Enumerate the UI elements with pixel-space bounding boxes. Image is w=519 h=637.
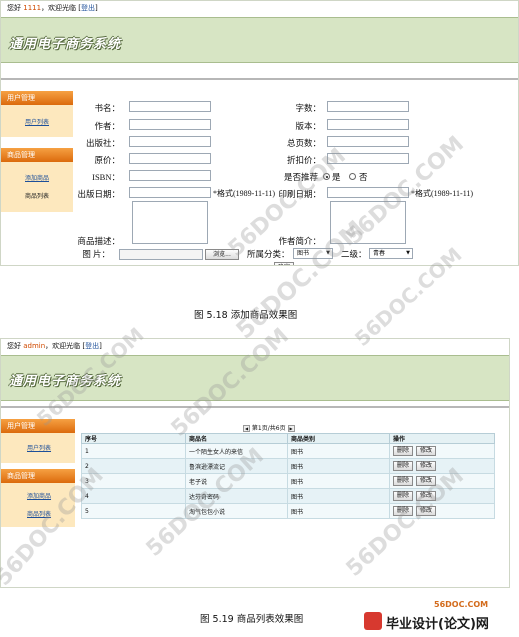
header-banner: 通用电子商务系统 [1,17,518,63]
chevron-down-icon: ▼ [406,250,410,256]
sidebar-user-management-header[interactable]: 用户管理 [1,419,75,433]
top-bar: 您好 1111，欢迎光临 [登出] [1,1,518,15]
logout-link[interactable]: 登出 [85,342,99,350]
greeting-text: 您好 [7,4,21,12]
row-category: 图书 [287,488,390,504]
figure-caption-5-19: 图 5.19 商品列表效果图 [200,614,304,625]
row-category: 图书 [287,443,390,459]
recommend-no-label: 否 [359,172,368,182]
author-input[interactable] [129,119,211,130]
welcome-text: ，欢迎光临 [45,342,81,350]
description-textarea[interactable] [132,201,208,244]
username-text: admin [23,342,46,350]
column-header-name: 商品名 [185,433,288,444]
bracket-close: ] [95,4,98,12]
sidebar-item-user-list[interactable]: 用户列表 [27,443,51,452]
delete-button[interactable]: 删除 [393,476,414,486]
welcome-text: ，欢迎光临 [41,4,77,12]
sidebar-item-add-product[interactable]: 添加商品 [27,491,51,500]
word-count-label: 字数： [295,103,321,113]
row-category: 图书 [287,503,390,519]
site-logo-icon [364,612,382,630]
subcategory-select[interactable]: 青春 ▼ [369,248,413,259]
table-header-row: 序号 商品名 商品类别 操作 [81,433,495,444]
price-label: 原价： [94,155,120,165]
sidebar-item-user-list[interactable]: 用户列表 [25,117,49,126]
column-header-category: 商品类别 [287,433,390,444]
column-header-no: 序号 [81,433,186,444]
edition-label: 版本： [295,121,321,131]
table-row: 2 鲁滨逊漂流记 图书 删除 修改 [81,458,495,474]
isbn-label: ISBN： [92,172,120,182]
sidebar-user-management-header[interactable]: 用户管理 [1,91,73,105]
total-pages-input[interactable] [327,136,409,147]
table-row: 1 一个陌生女人的来信 图书 删除 修改 [81,443,495,459]
row-no: 1 [81,443,186,459]
recommend-no-radio[interactable] [349,173,356,180]
row-category: 图书 [287,473,390,489]
publisher-input[interactable] [129,136,211,147]
site-logo-big-text: 毕业设计(论文)网 [386,617,489,632]
sidebar-product-management-header[interactable]: 商品管理 [1,469,75,483]
edit-button[interactable]: 修改 [416,446,437,456]
image-path-input[interactable] [119,249,203,260]
logout-link[interactable]: 登出 [81,4,95,12]
delete-button[interactable]: 删除 [393,491,414,501]
username-text: 1111 [23,4,42,12]
page-indicator: 第1页/共6页 [251,425,286,432]
row-actions: 删除 修改 [389,443,495,459]
delete-button[interactable]: 删除 [393,461,414,471]
column-header-actions: 操作 [389,433,495,444]
word-count-input[interactable] [327,101,409,112]
sidebar-item-product-list[interactable]: 商品列表 [25,191,49,200]
next-page-icon[interactable]: ▶ [287,425,295,432]
prev-page-icon[interactable]: ◀ [243,425,250,432]
subcategory-select-value: 青春 [373,250,386,257]
pub-date-format-note: *格式(1989-11-11) [213,189,276,198]
row-category: 图书 [287,458,390,474]
sidebar-product-management-header[interactable]: 商品管理 [1,148,73,162]
site-logo-small-text: 56DOC.COM [434,600,489,609]
isbn-input[interactable] [129,170,211,181]
total-pages-label: 总页数： [286,138,321,148]
publisher-label: 出版社： [85,138,120,148]
sidebar-item-add-product[interactable]: 添加商品 [25,173,49,182]
confirm-button[interactable]: 确定 [274,262,294,265]
book-name-label: 书名： [94,103,120,113]
banner-shadow [1,64,518,80]
pub-date-label: 出版日期： [77,189,120,199]
author-label: 作者： [94,121,120,131]
edit-button[interactable]: 修改 [416,461,437,471]
sidebar-product-management-body [1,162,73,212]
system-title: 通用电子商务系统 [9,37,122,52]
author-intro-label: 作者简介： [278,236,321,246]
description-label: 商品描述： [77,236,120,246]
greeting-text: 您好 [7,342,21,350]
pub-date-input[interactable] [129,187,211,198]
pagination: ◀ 第1页/共6页 ▶ [243,423,295,432]
delete-button[interactable]: 删除 [393,446,414,456]
price-input[interactable] [129,153,211,164]
edition-input[interactable] [327,119,409,130]
image-label: 图 片： [82,249,110,259]
book-name-input[interactable] [129,101,211,112]
